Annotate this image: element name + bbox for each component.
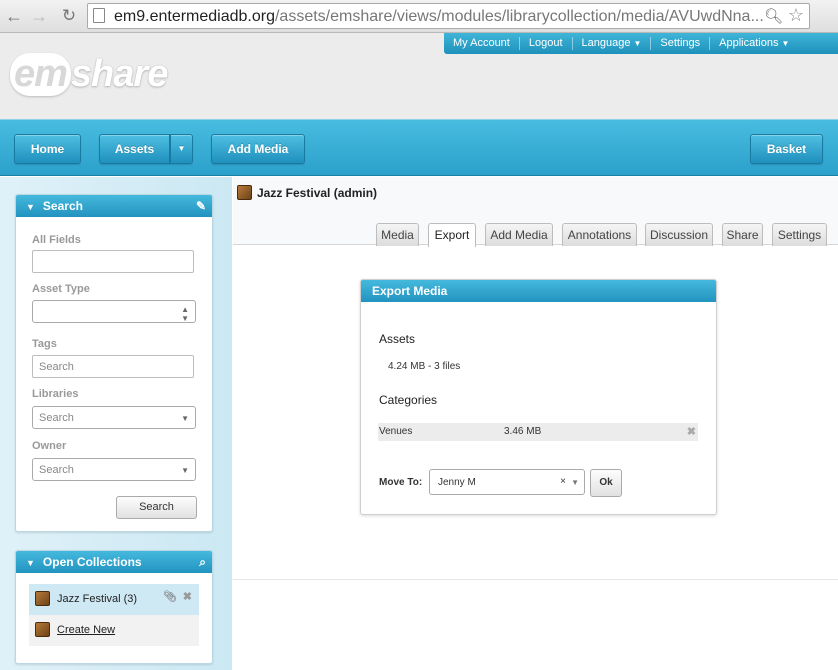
tab-share[interactable]: Share (722, 223, 763, 246)
assets-summary: 4.24 MB - 3 files (388, 361, 461, 372)
clear-x-icon[interactable]: × (560, 476, 566, 487)
chevron-down-icon: ▼ (177, 144, 186, 153)
chevron-down-icon: ▼ (181, 466, 189, 475)
move-to-value: Jenny M (438, 477, 476, 488)
url-path: /assets/emshare/views/modules/librarycol… (274, 8, 764, 25)
forward-arrow-icon[interactable]: → (28, 5, 50, 27)
asset-type-label: Asset Type (32, 283, 90, 295)
basket-button[interactable]: Basket (750, 134, 823, 164)
applications-menu[interactable]: Applications ▼ (710, 37, 798, 50)
tab-export[interactable]: Export (428, 223, 476, 247)
tags-input[interactable]: Search (32, 355, 194, 378)
collapse-triangle-icon[interactable]: ▼ (26, 202, 35, 212)
asset-type-select[interactable]: ▲ ▼ (32, 300, 196, 323)
tab-discussion[interactable]: Discussion (645, 223, 713, 246)
collection-box-icon (35, 622, 50, 637)
chevron-down-icon: ▼ (781, 39, 790, 48)
tab-settings[interactable]: Settings (772, 223, 827, 246)
search-icon[interactable]: 🔍︎ (764, 7, 783, 25)
top-menu: My Account Logout Language ▼ Settings App… (444, 33, 838, 54)
url-host: em9.entermediadb.org (114, 8, 275, 25)
move-to-select[interactable]: Jenny M × ▼ (429, 469, 585, 495)
libraries-label: Libraries (32, 388, 79, 400)
tab-add-media[interactable]: Add Media (485, 223, 553, 246)
owner-placeholder: Search (39, 464, 74, 476)
all-fields-label: All Fields (32, 234, 81, 246)
language-menu[interactable]: Language ▼ (573, 37, 652, 50)
collection-box-icon (237, 185, 252, 200)
search-panel-title: Search (42, 199, 83, 213)
chevron-down-icon: ▼ (571, 478, 579, 487)
emshare-logo[interactable]: em share (10, 53, 168, 96)
home-button[interactable]: Home (14, 134, 81, 164)
url-text[interactable]: em9.entermediadb.org/assets/emshare/view… (114, 8, 764, 26)
category-row: Venues 3.46 MB ✖ (378, 423, 698, 441)
collections-panel-header[interactable]: ▼ Open Collections ⌕ (16, 551, 212, 573)
reload-icon[interactable]: ↻ (58, 5, 80, 27)
add-media-button[interactable]: Add Media (211, 134, 305, 164)
collection-item-jazz-festival[interactable]: Jazz Festival (3) 📎︎ ✖ (29, 584, 199, 615)
updown-arrow-icon: ▲ ▼ (181, 305, 189, 323)
categories-heading: Categories (379, 393, 438, 407)
search-button[interactable]: Search (116, 496, 197, 519)
search-panel-header[interactable]: ▼ Search ✎ (16, 195, 212, 217)
settings-link[interactable]: Settings (651, 37, 711, 50)
close-icon[interactable]: ✖ (183, 590, 192, 603)
libraries-placeholder: Search (39, 412, 74, 424)
paperclip-icon[interactable]: 📎︎ (163, 590, 177, 603)
libraries-select[interactable]: Search ▼ (32, 406, 196, 429)
edit-icon[interactable]: ✎ (196, 195, 206, 217)
ok-button[interactable]: Ok (590, 469, 622, 497)
browser-toolbar: ← → ↻ em9.entermediadb.org/assets/emshar… (0, 0, 838, 33)
search-icon[interactable]: ⌕ (199, 551, 206, 573)
main-nav: Home Assets ▼ Add Media Basket (0, 119, 838, 176)
create-new-collection[interactable]: Create New (29, 615, 199, 646)
assets-heading: Assets (379, 332, 416, 346)
export-media-card: Export Media Assets 4.24 MB - 3 files Ca… (360, 279, 717, 515)
page-icon (93, 8, 105, 23)
tab-media[interactable]: Media (376, 223, 419, 246)
close-icon[interactable]: ✖ (687, 425, 696, 438)
export-media-title: Export Media (361, 280, 716, 302)
language-label: Language (581, 37, 631, 49)
back-arrow-icon[interactable]: ← (3, 5, 25, 27)
main-content: Jazz Festival (admin) Media Export Add M… (233, 177, 838, 670)
owner-select[interactable]: Search ▼ (32, 458, 196, 481)
tab-annotations[interactable]: Annotations (562, 223, 637, 246)
chevron-down-icon: ▼ (633, 39, 642, 48)
collection-label: Jazz Festival (3) (57, 593, 138, 605)
logout-link[interactable]: Logout (520, 37, 573, 50)
page-title: Jazz Festival (admin) (257, 186, 378, 200)
logo-share: share (70, 53, 168, 95)
bookmark-star-icon[interactable]: ☆ (788, 5, 804, 26)
category-size: 3.46 MB (504, 426, 542, 437)
search-panel: ▼ Search ✎ All Fields Asset Type ▲ ▼ Tags … (15, 194, 213, 532)
all-fields-input[interactable] (32, 250, 194, 273)
sidebar: ▼ Search ✎ All Fields Asset Type ▲ ▼ Tags … (0, 177, 232, 670)
chevron-down-icon: ▼ (181, 414, 189, 423)
address-bar[interactable]: em9.entermediadb.org/assets/emshare/view… (87, 3, 810, 29)
move-to-label: Move To: (379, 477, 423, 488)
logo-em: em (10, 53, 71, 96)
collections-panel-title: Open Collections (42, 555, 142, 569)
assets-dropdown-button[interactable]: ▼ (170, 134, 193, 164)
category-name: Venues (379, 426, 413, 437)
collapse-triangle-icon[interactable]: ▼ (26, 558, 35, 568)
collection-box-icon (35, 591, 50, 606)
tags-label: Tags (32, 338, 57, 350)
app-header: em share My Account Logout Language ▼ Sett… (0, 33, 838, 119)
create-new-link[interactable]: Create New (57, 624, 115, 636)
applications-label: Applications (719, 37, 779, 49)
my-account-link[interactable]: My Account (444, 37, 520, 50)
divider (233, 579, 838, 580)
assets-button[interactable]: Assets (99, 134, 170, 164)
open-collections-panel: ▼ Open Collections ⌕ Jazz Festival (3) 📎︎… (15, 550, 213, 664)
owner-label: Owner (32, 440, 67, 452)
